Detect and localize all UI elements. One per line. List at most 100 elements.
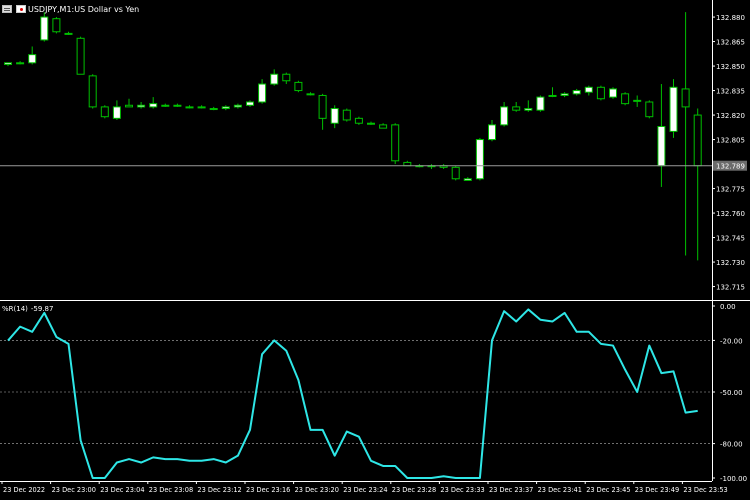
time-tick-label: 23 Dec 23:16 [246, 486, 290, 494]
candle-body [137, 104, 146, 108]
candle-body [669, 86, 678, 132]
candle [16, 61, 25, 65]
candle-body [16, 62, 25, 65]
candle [657, 84, 666, 187]
candle [64, 31, 73, 36]
price-tick-label: 132.730 [716, 259, 745, 267]
candle [475, 137, 484, 181]
candle-body [4, 62, 12, 65]
chart-canvas[interactable]: 132.880 132.865 132.850 132.835 132.820 132.8… [0, 0, 750, 500]
time-tick-label: 23 Dec 23:04 [100, 486, 144, 494]
time-tick-label: 23 Dec 23:45 [586, 486, 630, 494]
candle-body [64, 32, 73, 35]
candle [197, 105, 206, 109]
price-tick-label: 132.850 [716, 63, 745, 71]
indicator-value: -59.87 [30, 305, 54, 313]
candle-body [270, 73, 279, 85]
candle [463, 177, 472, 181]
candle [572, 88, 581, 96]
candle [258, 79, 267, 104]
current-price-label: 132.789 [716, 163, 745, 171]
candle-body [463, 178, 472, 181]
indicator-tick-label: -100.00 [720, 475, 747, 483]
candle-body [451, 166, 460, 180]
candle-body [609, 88, 617, 98]
candle [512, 102, 521, 112]
candle-body [258, 83, 267, 103]
price-tick-label: 132.715 [716, 284, 745, 292]
candle [596, 85, 605, 101]
symbol-description: US Dollar vs Yen [74, 4, 140, 14]
candle [40, 12, 49, 42]
candle-body [633, 99, 642, 102]
candle-body [391, 124, 400, 162]
candle [367, 121, 375, 125]
candle-body [354, 117, 363, 124]
price-tick-label: 132.745 [716, 235, 745, 243]
chart-title-bar: USDJPY, M1: US Dollar vs Yen [0, 2, 139, 16]
candle [693, 108, 702, 261]
indicator-label: %R(14) -59.87 [2, 305, 56, 313]
price-tick-label: 132.865 [716, 39, 745, 47]
candle [403, 160, 412, 167]
candle-body [560, 93, 569, 96]
candle-body [524, 108, 533, 111]
candle [137, 102, 146, 109]
time-tick-label: 23 Dec 23:53 [683, 486, 727, 494]
candle-body [52, 18, 61, 33]
candle-body [112, 106, 121, 119]
indicator-tick-label: -50.00 [720, 389, 743, 397]
timeframe: M1 [59, 4, 72, 14]
candle-body [596, 86, 605, 100]
candle [584, 85, 593, 96]
time-tick-label: 23 Dec 23:20 [295, 486, 339, 494]
symbol-flag-icon [16, 5, 26, 13]
chart-menu-icon[interactable] [2, 5, 12, 13]
candle-body [536, 96, 545, 111]
time-tick-label: 23 Dec 2022 [3, 486, 45, 494]
candle-body [657, 126, 666, 167]
time-tick-label: 23 Dec 23:12 [197, 486, 241, 494]
candle [161, 103, 170, 107]
candle [185, 105, 194, 109]
indicator-tick-label: 0.00 [720, 303, 736, 311]
candle-body [246, 101, 254, 106]
candle-body [488, 124, 496, 141]
candle [4, 62, 12, 67]
price-tick-label: 132.775 [716, 186, 745, 194]
price-tick-label: 132.820 [716, 112, 745, 120]
candle-body [512, 106, 521, 111]
candle [609, 87, 617, 99]
candle [645, 100, 654, 119]
price-tick-label: 132.805 [716, 137, 745, 145]
candle [379, 123, 388, 129]
candle-body [306, 93, 315, 96]
candle-body [330, 108, 339, 124]
candle-body [197, 106, 206, 109]
candle [427, 164, 436, 169]
candle [125, 98, 133, 108]
candle [149, 97, 158, 109]
candle-body [681, 88, 690, 108]
candle [500, 102, 509, 127]
indicator-tick-label: -80.00 [720, 441, 743, 449]
candle [488, 119, 496, 142]
candle [536, 95, 545, 112]
candle [439, 164, 448, 169]
candle-body [100, 106, 109, 118]
candle-body [367, 122, 375, 125]
candle [294, 80, 303, 93]
candle-body [28, 54, 37, 64]
candle [633, 95, 642, 107]
candle-body [161, 104, 170, 107]
candle-body [379, 124, 388, 129]
candle [88, 74, 97, 109]
time-tick-label: 23 Dec 23:08 [149, 486, 193, 494]
candle-body [233, 104, 242, 108]
candle [173, 103, 182, 107]
indicator-name: %R(14) [2, 305, 28, 313]
time-tick-label: 23 Dec 23:00 [52, 486, 96, 494]
candle-body [500, 106, 509, 126]
time-tick-label: 23 Dec 23:24 [343, 486, 387, 494]
candle-body [185, 106, 194, 109]
